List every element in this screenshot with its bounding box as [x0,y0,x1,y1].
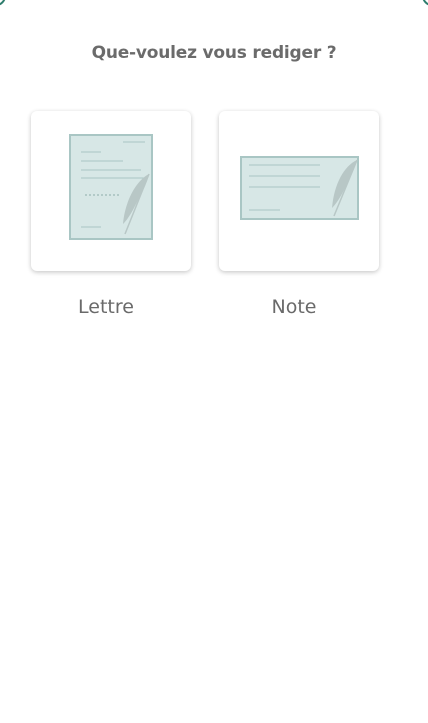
page-title: Que-voulez vous rediger ? [91,43,337,63]
document-type-picker: Que-voulez vous rediger ? Lettre Note [0,0,428,723]
note-option-card[interactable] [219,111,379,271]
corner-accent-right [422,0,428,6]
note-option-label[interactable]: Note [214,296,374,318]
note-document-icon [240,156,359,220]
letter-option-card[interactable] [31,111,191,271]
letter-option-label[interactable]: Lettre [26,296,186,318]
letter-document-icon [69,134,153,240]
corner-accent-left [0,0,6,6]
